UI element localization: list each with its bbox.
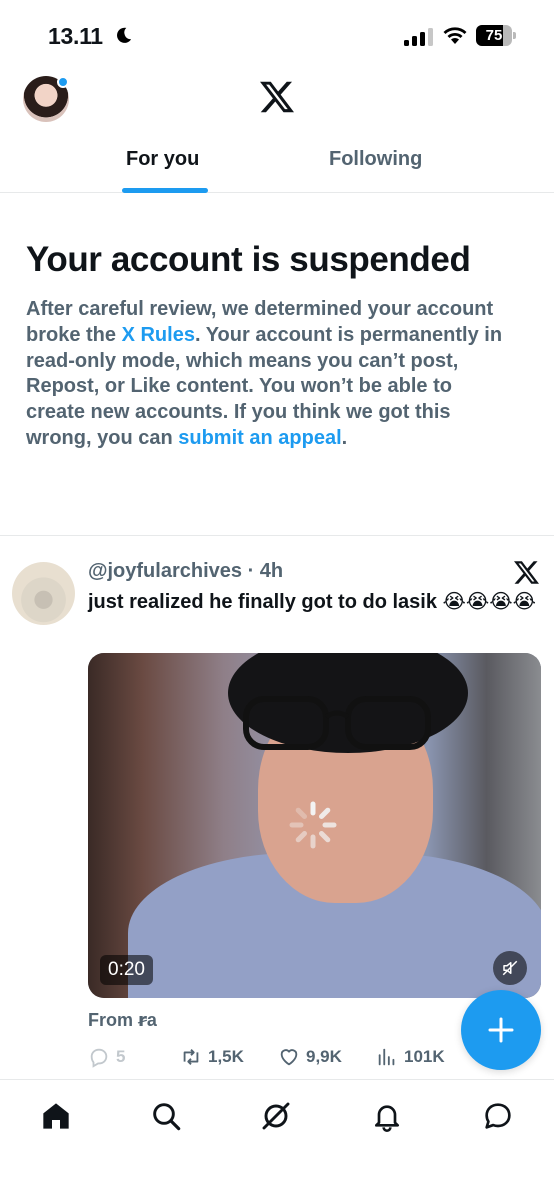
tweet-time: 4h [259,560,284,582]
repost-count: 1,5K [208,1047,244,1066]
battery-indicator: 75 [476,25,516,46]
moon-icon [117,27,132,43]
views-button[interactable]: 101K [376,1044,445,1070]
notification-dot [57,76,69,88]
like-count: 9,9K [306,1047,342,1066]
x-rules-link[interactable]: X Rules [122,324,195,346]
video-glasses [243,696,431,750]
muted-speaker-icon [502,960,518,976]
battery-percent: 75 [485,27,503,44]
messages-icon[interactable] [482,1100,514,1132]
timeline-tabs: For you Following [0,138,554,193]
views-count: 101K [404,1047,445,1066]
grok-icon[interactable] [260,1100,292,1132]
compose-post-button[interactable] [461,990,541,1070]
status-bar: 13.11 75 [0,0,554,70]
bottom-navigation [0,1079,554,1199]
suspension-message: After careful review, we determined your… [26,297,506,452]
signal-icon [404,28,433,46]
tab-for-you[interactable]: For you [126,148,199,171]
tweet-text: just realized he finally got to do lasik… [88,591,536,613]
heart-icon [280,1049,298,1066]
repost-icon [183,1049,199,1065]
active-tab-indicator [122,188,208,193]
x-logo-small-icon [514,561,539,584]
tab-following[interactable]: Following [329,148,422,171]
divider [0,535,554,536]
video-duration: 0:20 [100,955,153,985]
views-chart-icon [378,1048,395,1066]
loading-spinner-icon [289,801,337,849]
mute-button[interactable] [493,951,527,985]
bell-icon[interactable] [371,1100,403,1132]
tweet-author-avatar[interactable] [12,562,75,625]
tweet-handle: @joyfularchives [88,560,243,582]
like-button[interactable]: 9,9K [278,1044,342,1070]
status-time: 13.11 [48,23,103,49]
x-logo-icon[interactable] [260,80,294,114]
suspension-title: Your account is suspended [26,240,471,279]
repost-button[interactable]: 1,5K [180,1044,244,1070]
tweet-author-line[interactable]: @joyfularchives · 4h [88,560,283,583]
reply-count: 5 [116,1047,126,1066]
tweet-video[interactable]: 0:20 [88,653,541,998]
wifi-icon [443,27,467,44]
home-icon[interactable] [40,1100,72,1132]
plus-icon [488,1017,514,1043]
search-icon[interactable] [150,1100,182,1132]
suspension-text-3: . [341,426,348,449]
submit-appeal-link[interactable]: submit an appeal [178,427,341,449]
reply-button[interactable]: 5 [88,1044,125,1070]
video-source-attribution[interactable]: From ꞧa [88,1010,157,1031]
reply-icon [90,1048,108,1068]
